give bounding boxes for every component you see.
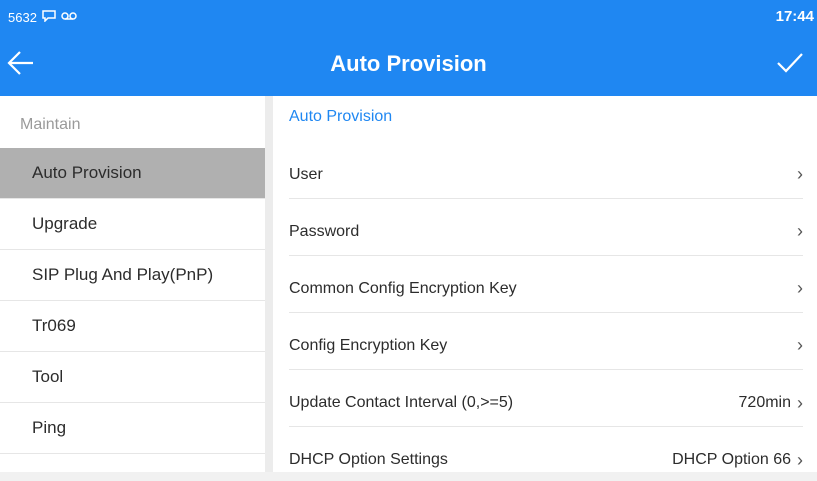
sidebar-item-upgrade[interactable]: Upgrade: [0, 199, 265, 250]
status-left: 5632: [8, 10, 77, 25]
sidebar-item-ping[interactable]: Ping: [0, 403, 265, 454]
title-bar: Auto Provision: [0, 34, 817, 96]
sidebar-item-label: Tool: [32, 367, 64, 386]
row-user[interactable]: User ›: [289, 142, 803, 199]
column-divider: [265, 96, 273, 481]
settings-panel: Auto Provision User › Password › Common …: [273, 96, 817, 481]
sidebar-item-tool[interactable]: Tool: [0, 352, 265, 403]
bottom-strip: [0, 472, 817, 481]
row-common-config-encryption-key[interactable]: Common Config Encryption Key ›: [289, 256, 803, 313]
row-label: Common Config Encryption Key: [289, 280, 517, 297]
row-right: 720min ›: [739, 394, 803, 412]
row-value: 720min: [738, 394, 791, 411]
chevron-right-icon: ›: [797, 278, 803, 298]
row-label: DHCP Option Settings: [289, 451, 448, 468]
clock: 17:44: [775, 8, 814, 25]
row-right: ›: [791, 278, 803, 298]
sidebar-item-label: Tr069: [32, 316, 76, 335]
message-icon: [42, 10, 56, 25]
row-right: ›: [791, 164, 803, 184]
voicemail-icon: [61, 11, 77, 24]
row-config-encryption-key[interactable]: Config Encryption Key ›: [289, 313, 803, 370]
chevron-right-icon: ›: [797, 335, 803, 355]
sidebar-item-sip-pnp[interactable]: SIP Plug And Play(PnP): [0, 250, 265, 301]
row-label: Config Encryption Key: [289, 337, 448, 354]
page-title: Auto Provision: [330, 51, 487, 76]
sidebar: Maintain Auto Provision Upgrade SIP Plug…: [0, 96, 265, 481]
row-value: DHCP Option 66: [672, 451, 791, 468]
row-right: ›: [791, 335, 803, 355]
row-right: DHCP Option 66 ›: [672, 451, 803, 469]
confirm-button[interactable]: [775, 48, 815, 82]
sidebar-header: Maintain: [20, 116, 81, 133]
chevron-right-icon: ›: [797, 221, 803, 241]
row-label: Update Contact Interval (0,>=5): [289, 394, 514, 411]
row-update-contact-interval[interactable]: Update Contact Interval (0,>=5) 720min ›: [289, 370, 803, 427]
row-password[interactable]: Password ›: [289, 199, 803, 256]
row-label: User: [289, 166, 323, 183]
sidebar-item-label: Upgrade: [32, 214, 98, 233]
sidebar-item-label: Ping: [32, 418, 67, 437]
row-right: ›: [791, 221, 803, 241]
sidebar-item-label: SIP Plug And Play(PnP): [32, 265, 214, 284]
sidebar-item-tr069[interactable]: Tr069: [0, 301, 265, 352]
chevron-right-icon: ›: [797, 450, 803, 470]
extension-number: 5632: [8, 10, 37, 25]
status-bar: 5632 17:44: [0, 0, 817, 34]
sidebar-item-label: Auto Provision: [32, 163, 142, 182]
panel-header: Auto Provision: [289, 108, 393, 125]
chevron-right-icon: ›: [797, 393, 803, 413]
row-label: Password: [289, 223, 360, 240]
checkmark-icon: [777, 53, 803, 73]
sidebar-item-auto-provision[interactable]: Auto Provision: [0, 148, 265, 199]
chevron-right-icon: ›: [797, 164, 803, 184]
